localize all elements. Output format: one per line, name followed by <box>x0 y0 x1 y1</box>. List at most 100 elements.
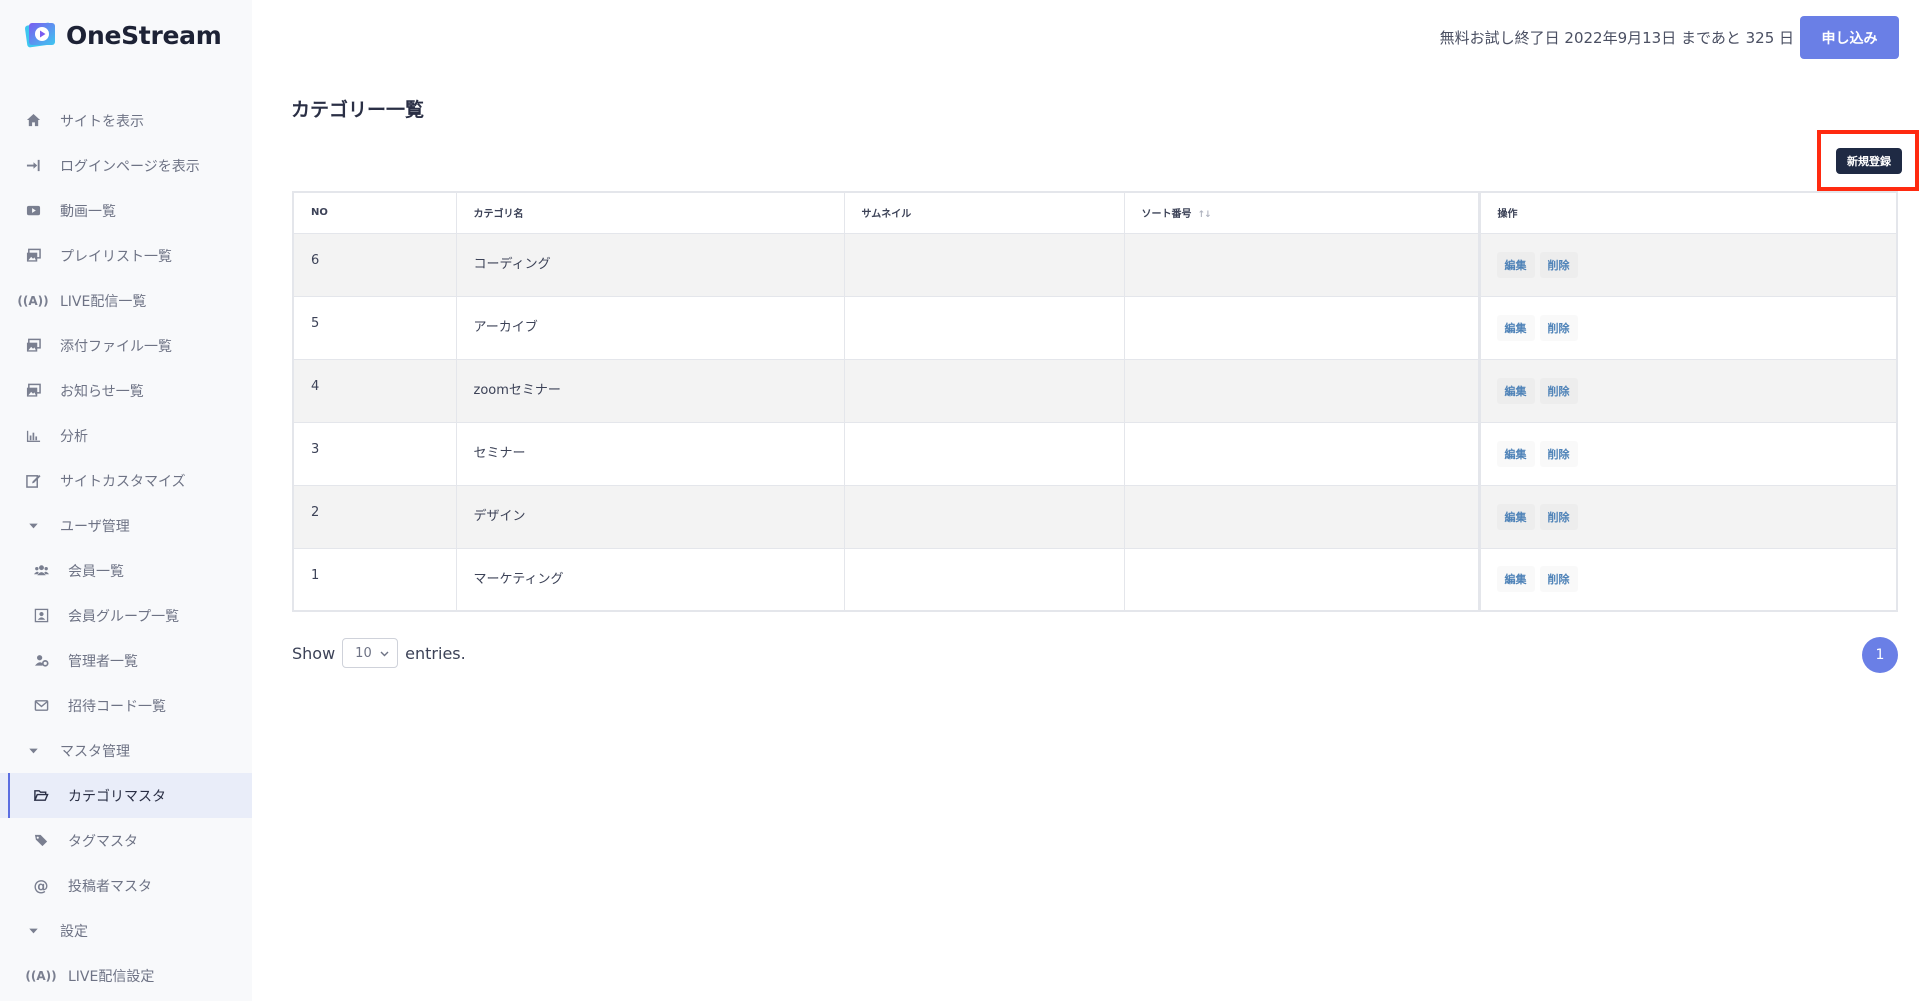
caret-down-icon <box>24 742 42 760</box>
logo[interactable]: OneStream <box>24 18 222 52</box>
page-size-select[interactable]: 10 <box>342 638 399 668</box>
cell-sort-number <box>1124 422 1480 486</box>
cell-category-name: マーケティング <box>456 548 845 612</box>
new-registration-button[interactable]: 新規登録 <box>1836 148 1902 174</box>
cell-sort-number <box>1124 233 1480 297</box>
cell-actions: 編集 削除 <box>1477 296 1898 360</box>
bar-chart-icon <box>24 427 42 445</box>
sidebar-item-label: 投稿者マスタ <box>68 878 152 895</box>
sidebar-item-4[interactable]: ((A)) LIVE配信一覧 <box>0 278 252 323</box>
sidebar-item-19[interactable]: ((A)) LIVE配信設定 <box>0 953 252 998</box>
sidebar-item-label: マスタ管理 <box>60 743 130 760</box>
column-header-sort-number[interactable]: ソート番号 ↑↓ <box>1124 192 1480 234</box>
edit-button[interactable]: 編集 <box>1497 252 1535 278</box>
sidebar-item-3[interactable]: プレイリスト一覧 <box>0 233 252 278</box>
sort-arrows-icon[interactable]: ↑↓ <box>1198 210 1212 220</box>
cell-thumbnail <box>844 422 1125 486</box>
sidebar-item-13[interactable]: 招待コード一覧 <box>0 683 252 728</box>
sidebar-item-0[interactable]: サイトを表示 <box>0 98 252 143</box>
page-title: カテゴリー一覧 <box>291 99 425 121</box>
sidebar-item-1[interactable]: ログインページを表示 <box>0 143 252 188</box>
sidebar-item-2[interactable]: 動画一覧 <box>0 188 252 233</box>
sidebar-item-7[interactable]: 分析 <box>0 413 252 458</box>
page-size-value: 10 <box>355 645 372 661</box>
column-header-category-name[interactable]: カテゴリ名 <box>456 192 845 234</box>
broadcast-icon: ((A)) <box>25 968 57 983</box>
sidebar-item-label: サイトを表示 <box>60 113 144 130</box>
users-icon <box>32 562 50 580</box>
delete-button[interactable]: 削除 <box>1540 504 1578 530</box>
at-icon: @ <box>33 876 49 895</box>
images-icon <box>24 337 42 355</box>
cell-no: 6 <box>293 233 457 297</box>
delete-button[interactable]: 削除 <box>1540 441 1578 467</box>
cell-thumbnail <box>844 359 1125 423</box>
table-row: 5 アーカイブ 編集 削除 <box>293 296 1898 360</box>
column-header-no[interactable]: NO <box>293 192 457 234</box>
app-name: OneStream <box>66 20 222 50</box>
group-icon <box>32 607 50 625</box>
sidebar-item-label: タグマスタ <box>68 833 138 850</box>
broadcast-icon: ((A)) <box>17 293 49 308</box>
sidebar-item-label: LIVE配信設定 <box>68 968 155 985</box>
column-header-sort-label: ソート番号 <box>1141 209 1192 221</box>
sidebar-nav: サイトを表示ログインページを表示動画一覧プレイリスト一覧 ((A)) LIVE配信一… <box>0 98 252 998</box>
sidebar-item-label: 設定 <box>60 923 88 940</box>
sidebar-item-label: 会員グループ一覧 <box>68 608 180 625</box>
sidebar-item-label: 分析 <box>60 428 88 445</box>
edit-button[interactable]: 編集 <box>1497 441 1535 467</box>
table-row: 4 zoomセミナー 編集 削除 <box>293 359 1898 423</box>
video-icon <box>24 202 42 220</box>
sidebar-item-5[interactable]: 添付ファイル一覧 <box>0 323 252 368</box>
sign-in-icon <box>24 157 42 175</box>
delete-button[interactable]: 削除 <box>1540 315 1578 341</box>
sidebar-item-label: お知らせ一覧 <box>60 383 144 400</box>
delete-button[interactable]: 削除 <box>1540 566 1578 592</box>
column-header-actions: 操作 <box>1477 192 1898 234</box>
sidebar-item-label: ユーザ管理 <box>60 518 130 535</box>
cell-actions: 編集 削除 <box>1477 359 1898 423</box>
sidebar-item-9[interactable]: ユーザ管理 <box>0 503 252 548</box>
trial-status-text: 無料お試し終了日 2022年9月13日 まであと 325 日 <box>1439 29 1794 47</box>
edit-icon <box>24 472 42 490</box>
sidebar-item-15[interactable]: カテゴリマスタ <box>0 773 252 818</box>
sidebar-item-18[interactable]: 設定 <box>0 908 252 953</box>
apply-button[interactable]: 申し込み <box>1800 16 1899 59</box>
sidebar-item-label: 会員一覧 <box>68 563 124 580</box>
cell-category-name: アーカイブ <box>456 296 845 360</box>
pagination-page-1[interactable]: 1 <box>1862 637 1898 673</box>
caret-down-icon <box>24 922 42 940</box>
folder-open-icon <box>32 787 50 805</box>
delete-button[interactable]: 削除 <box>1540 252 1578 278</box>
sidebar-item-label: 動画一覧 <box>60 203 116 220</box>
sidebar-item-label: 管理者一覧 <box>68 653 138 670</box>
sidebar-item-label: サイトカスタマイズ <box>60 473 186 490</box>
cell-sort-number <box>1124 359 1480 423</box>
images-icon <box>24 247 42 265</box>
cell-category-name: zoomセミナー <box>456 359 845 423</box>
delete-button[interactable]: 削除 <box>1540 378 1578 404</box>
cell-thumbnail <box>844 548 1125 612</box>
sidebar-item-11[interactable]: 会員グループ一覧 <box>0 593 252 638</box>
sidebar-item-14[interactable]: マスタ管理 <box>0 728 252 773</box>
sidebar-item-17[interactable]: @ 投稿者マスタ <box>0 863 252 908</box>
sidebar-item-10[interactable]: 会員一覧 <box>0 548 252 593</box>
edit-button[interactable]: 編集 <box>1497 504 1535 530</box>
cell-actions: 編集 削除 <box>1477 485 1898 549</box>
sidebar-item-16[interactable]: タグマスタ <box>0 818 252 863</box>
cell-category-name: セミナー <box>456 422 845 486</box>
sidebar-item-8[interactable]: サイトカスタマイズ <box>0 458 252 503</box>
caret-down-icon <box>24 517 42 535</box>
sidebar-item-label: LIVE配信一覧 <box>60 293 147 310</box>
edit-button[interactable]: 編集 <box>1497 566 1535 592</box>
sidebar-item-6[interactable]: お知らせ一覧 <box>0 368 252 413</box>
sidebar-item-12[interactable]: 管理者一覧 <box>0 638 252 683</box>
chevron-down-icon <box>380 646 389 661</box>
edit-button[interactable]: 編集 <box>1497 378 1535 404</box>
column-header-thumbnail[interactable]: サムネイル <box>844 192 1125 234</box>
cell-thumbnail <box>844 233 1125 297</box>
edit-button[interactable]: 編集 <box>1497 315 1535 341</box>
cell-thumbnail <box>844 485 1125 549</box>
sidebar-item-label: カテゴリマスタ <box>68 788 166 805</box>
cell-no: 4 <box>293 359 457 423</box>
